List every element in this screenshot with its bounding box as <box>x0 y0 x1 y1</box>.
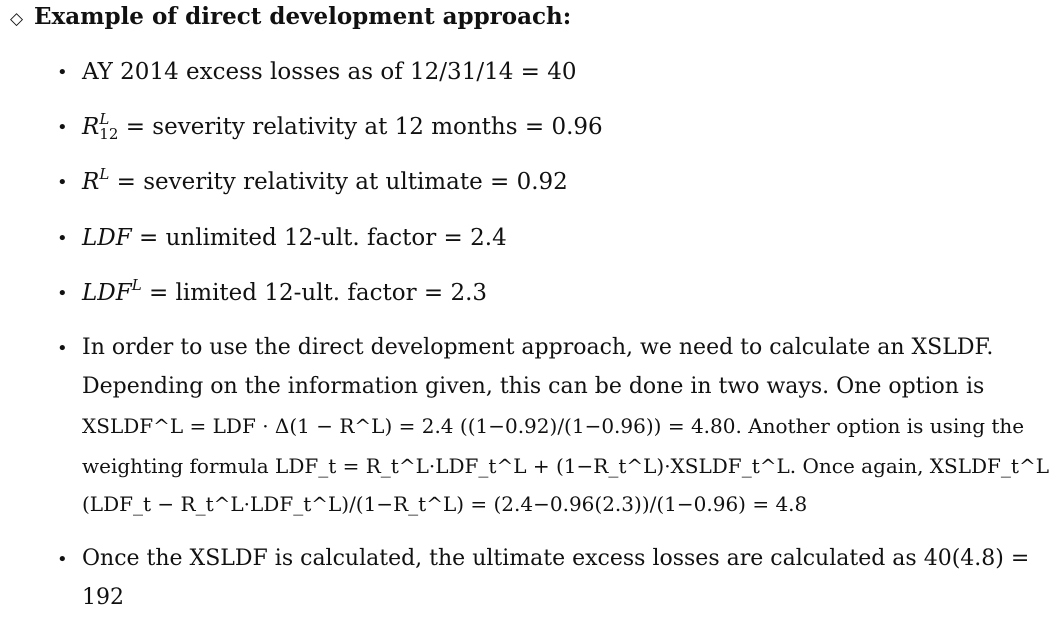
bullet-icon: • <box>57 283 68 304</box>
example-heading: ◇ Example of direct development approach: <box>10 3 571 30</box>
paragraph-line: XSLDF^L = LDF · Δ(1 − R^L) = 2.4 ((1−0.9… <box>82 414 1025 438</box>
list-item: RL12 = severity relativity at 12 months … <box>82 110 603 143</box>
formula-line: (LDF_t − R_t^L·LDF_t^L)/(1−R_t^L) = (2.4… <box>82 492 808 516</box>
bullet-icon: • <box>57 228 68 249</box>
list-item: LDFL = limited 12-ult. factor = 2.3 <box>82 276 488 307</box>
paragraph-line: weighting formula LDF_t = R_t^L·LDF_t^L … <box>82 454 1053 478</box>
bullet-icon: • <box>57 549 68 570</box>
paragraph-line: Depending on the information given, this… <box>82 374 985 399</box>
paragraph-line: 192 <box>82 585 124 610</box>
bullet-icon: • <box>57 117 68 138</box>
bullet-icon: • <box>57 172 68 193</box>
heading-title: Example of direct development approach: <box>34 3 572 30</box>
paragraph-line: Once the XSLDF is calculated, the ultima… <box>82 546 1030 571</box>
bullet-icon: • <box>57 338 68 359</box>
bullet-icon: • <box>57 62 68 83</box>
list-item: AY 2014 excess losses as of 12/31/14 = 4… <box>82 59 577 85</box>
list-item: RL = severity relativity at ultimate = 0… <box>82 165 568 196</box>
paragraph-line: In order to use the direct development a… <box>82 335 994 360</box>
list-item: LDF = unlimited 12-ult. factor = 2.4 <box>82 225 507 251</box>
diamond-icon: ◇ <box>10 9 24 29</box>
